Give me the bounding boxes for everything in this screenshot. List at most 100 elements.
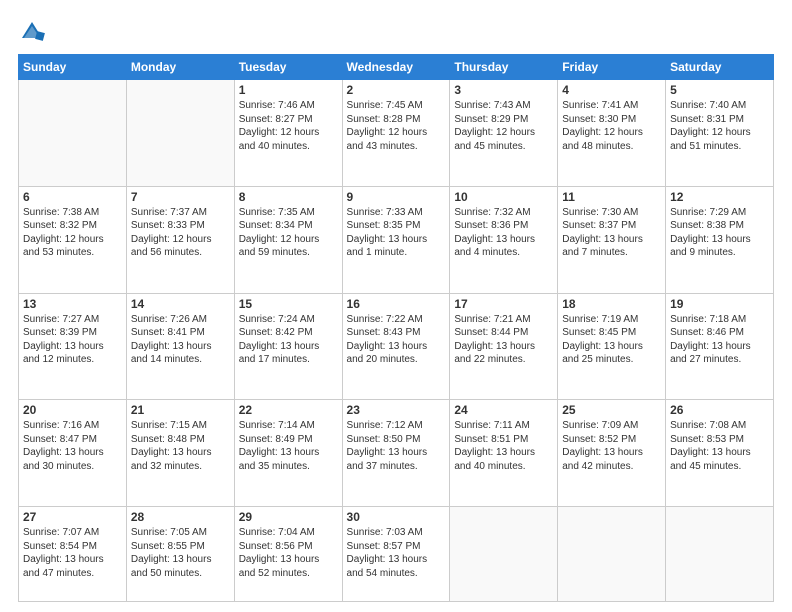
week-row-3: 13Sunrise: 7:27 AM Sunset: 8:39 PM Dayli…	[19, 293, 774, 400]
day-info: Sunrise: 7:30 AM Sunset: 8:37 PM Dayligh…	[562, 206, 661, 260]
weekday-header-saturday: Saturday	[666, 55, 774, 80]
day-number: 21	[131, 403, 230, 417]
calendar-cell: 12 Sunrise: 7:29 AM Sunset: 8:38 PM Dayli…	[666, 186, 774, 293]
calendar-cell: 14 Sunrise: 7:26 AM Sunset: 8:41 PM Dayli…	[126, 293, 234, 400]
day-info: Sunrise: 7:14 AM Sunset: 8:49 PM Dayligh…	[239, 419, 338, 473]
day-number: 26	[670, 403, 769, 417]
calendar-cell: 6 Sunrise: 7:38 AM Sunset: 8:32 PM Daylig…	[19, 186, 127, 293]
day-number: 24	[454, 403, 553, 417]
day-number: 9	[347, 190, 446, 204]
day-number: 13	[23, 297, 122, 311]
calendar-cell: 1 Sunrise: 7:46 AM Sunset: 8:27 PM Daylig…	[234, 80, 342, 187]
day-number: 12	[670, 190, 769, 204]
day-number: 20	[23, 403, 122, 417]
day-number: 30	[347, 510, 446, 524]
day-number: 25	[562, 403, 661, 417]
calendar-cell: 5Sunrise: 7:40 AM Sunset: 8:31 PM Daylig…	[666, 80, 774, 187]
calendar-cell	[19, 80, 127, 187]
day-info: Sunrise: 7:16 AM Sunset: 8:47 PM Dayligh…	[23, 419, 122, 473]
weekday-header-friday: Friday	[558, 55, 666, 80]
day-info: Sunrise: 7:08 AM Sunset: 8:53 PM Dayligh…	[670, 419, 769, 473]
day-info: Sunrise: 7:21 AM Sunset: 8:44 PM Dayligh…	[454, 313, 553, 367]
day-info: Sunrise: 7:22 AM Sunset: 8:43 PM Dayligh…	[347, 313, 446, 367]
day-number: 4	[562, 83, 661, 97]
day-info: Sunrise: 7:09 AM Sunset: 8:52 PM Dayligh…	[562, 419, 661, 473]
day-number: 29	[239, 510, 338, 524]
calendar-cell: 4 Sunrise: 7:41 AM Sunset: 8:30 PM Daylig…	[558, 80, 666, 187]
day-info: Sunrise: 7:15 AM Sunset: 8:48 PM Dayligh…	[131, 419, 230, 473]
calendar-cell: 3 Sunrise: 7:43 AM Sunset: 8:29 PM Daylig…	[450, 80, 558, 187]
calendar-cell	[450, 507, 558, 602]
day-info: Sunrise: 7:46 AM Sunset: 8:27 PM Dayligh…	[239, 99, 338, 153]
week-row-4: 20 Sunrise: 7:16 AM Sunset: 8:47 PM Dayli…	[19, 400, 774, 507]
week-row-2: 6 Sunrise: 7:38 AM Sunset: 8:32 PM Daylig…	[19, 186, 774, 293]
day-number: 6	[23, 190, 122, 204]
day-info: Sunrise: 7:26 AM Sunset: 8:41 PM Dayligh…	[131, 313, 230, 367]
weekday-header-monday: Monday	[126, 55, 234, 80]
calendar-cell: 24 Sunrise: 7:11 AM Sunset: 8:51 PM Dayli…	[450, 400, 558, 507]
calendar-cell: 25 Sunrise: 7:09 AM Sunset: 8:52 PM Dayli…	[558, 400, 666, 507]
weekday-header-tuesday: Tuesday	[234, 55, 342, 80]
logo	[18, 18, 50, 46]
calendar-cell: 7 Sunrise: 7:37 AM Sunset: 8:33 PM Daylig…	[126, 186, 234, 293]
calendar-cell: 13Sunrise: 7:27 AM Sunset: 8:39 PM Dayli…	[19, 293, 127, 400]
day-info: Sunrise: 7:45 AM Sunset: 8:28 PM Dayligh…	[347, 99, 446, 153]
day-info: Sunrise: 7:43 AM Sunset: 8:29 PM Dayligh…	[454, 99, 553, 153]
day-number: 1	[239, 83, 338, 97]
calendar-cell: 9 Sunrise: 7:33 AM Sunset: 8:35 PM Daylig…	[342, 186, 450, 293]
calendar-cell: 2 Sunrise: 7:45 AM Sunset: 8:28 PM Daylig…	[342, 80, 450, 187]
week-row-5: 27 Sunrise: 7:07 AM Sunset: 8:54 PM Dayli…	[19, 507, 774, 602]
day-number: 7	[131, 190, 230, 204]
weekday-header-wednesday: Wednesday	[342, 55, 450, 80]
day-number: 15	[239, 297, 338, 311]
calendar-cell	[666, 507, 774, 602]
calendar-cell: 17Sunrise: 7:21 AM Sunset: 8:44 PM Dayli…	[450, 293, 558, 400]
calendar-cell	[558, 507, 666, 602]
day-info: Sunrise: 7:05 AM Sunset: 8:55 PM Dayligh…	[131, 526, 230, 580]
calendar-cell: 30 Sunrise: 7:03 AM Sunset: 8:57 PM Dayli…	[342, 507, 450, 602]
calendar-cell: 18 Sunrise: 7:19 AM Sunset: 8:45 PM Dayli…	[558, 293, 666, 400]
day-info: Sunrise: 7:40 AM Sunset: 8:31 PM Dayligh…	[670, 99, 769, 153]
logo-icon	[18, 18, 46, 46]
week-row-1: 1 Sunrise: 7:46 AM Sunset: 8:27 PM Daylig…	[19, 80, 774, 187]
calendar-cell: 28Sunrise: 7:05 AM Sunset: 8:55 PM Dayli…	[126, 507, 234, 602]
day-number: 27	[23, 510, 122, 524]
day-info: Sunrise: 7:29 AM Sunset: 8:38 PM Dayligh…	[670, 206, 769, 260]
day-number: 22	[239, 403, 338, 417]
day-number: 19	[670, 297, 769, 311]
day-info: Sunrise: 7:07 AM Sunset: 8:54 PM Dayligh…	[23, 526, 122, 580]
day-number: 14	[131, 297, 230, 311]
day-info: Sunrise: 7:18 AM Sunset: 8:46 PM Dayligh…	[670, 313, 769, 367]
day-number: 2	[347, 83, 446, 97]
day-info: Sunrise: 7:32 AM Sunset: 8:36 PM Dayligh…	[454, 206, 553, 260]
day-number: 16	[347, 297, 446, 311]
day-info: Sunrise: 7:04 AM Sunset: 8:56 PM Dayligh…	[239, 526, 338, 580]
calendar-cell: 27 Sunrise: 7:07 AM Sunset: 8:54 PM Dayli…	[19, 507, 127, 602]
day-info: Sunrise: 7:37 AM Sunset: 8:33 PM Dayligh…	[131, 206, 230, 260]
header	[18, 18, 774, 46]
calendar-cell: 11 Sunrise: 7:30 AM Sunset: 8:37 PM Dayli…	[558, 186, 666, 293]
day-info: Sunrise: 7:38 AM Sunset: 8:32 PM Dayligh…	[23, 206, 122, 260]
weekday-header-row: SundayMondayTuesdayWednesdayThursdayFrid…	[19, 55, 774, 80]
calendar-cell: 22 Sunrise: 7:14 AM Sunset: 8:49 PM Dayli…	[234, 400, 342, 507]
calendar-cell: 15Sunrise: 7:24 AM Sunset: 8:42 PM Dayli…	[234, 293, 342, 400]
calendar-cell: 16 Sunrise: 7:22 AM Sunset: 8:43 PM Dayli…	[342, 293, 450, 400]
calendar-cell: 8 Sunrise: 7:35 AM Sunset: 8:34 PM Daylig…	[234, 186, 342, 293]
calendar-cell: 29 Sunrise: 7:04 AM Sunset: 8:56 PM Dayli…	[234, 507, 342, 602]
day-number: 11	[562, 190, 661, 204]
page: SundayMondayTuesdayWednesdayThursdayFrid…	[0, 0, 792, 612]
day-info: Sunrise: 7:35 AM Sunset: 8:34 PM Dayligh…	[239, 206, 338, 260]
calendar-cell: 19 Sunrise: 7:18 AM Sunset: 8:46 PM Dayli…	[666, 293, 774, 400]
calendar-cell	[126, 80, 234, 187]
day-info: Sunrise: 7:19 AM Sunset: 8:45 PM Dayligh…	[562, 313, 661, 367]
day-info: Sunrise: 7:33 AM Sunset: 8:35 PM Dayligh…	[347, 206, 446, 260]
calendar-table: SundayMondayTuesdayWednesdayThursdayFrid…	[18, 54, 774, 602]
day-number: 8	[239, 190, 338, 204]
day-info: Sunrise: 7:03 AM Sunset: 8:57 PM Dayligh…	[347, 526, 446, 580]
day-info: Sunrise: 7:11 AM Sunset: 8:51 PM Dayligh…	[454, 419, 553, 473]
day-info: Sunrise: 7:41 AM Sunset: 8:30 PM Dayligh…	[562, 99, 661, 153]
day-number: 3	[454, 83, 553, 97]
day-number: 18	[562, 297, 661, 311]
calendar-cell: 10Sunrise: 7:32 AM Sunset: 8:36 PM Dayli…	[450, 186, 558, 293]
calendar-cell: 21 Sunrise: 7:15 AM Sunset: 8:48 PM Dayli…	[126, 400, 234, 507]
